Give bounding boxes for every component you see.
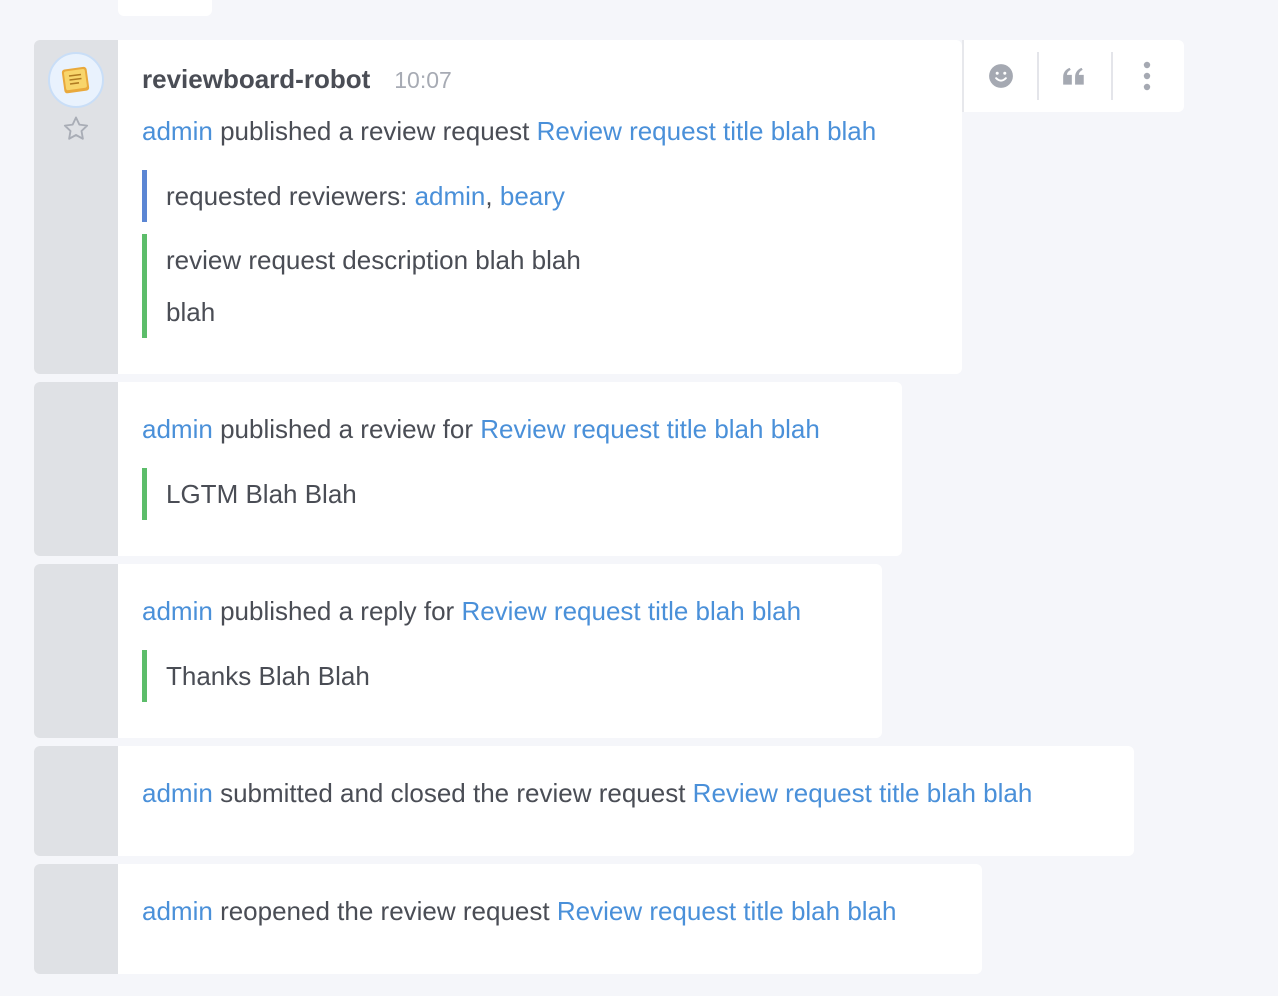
message-review-published: admin published a review for Review requ… — [34, 382, 902, 556]
actor-link[interactable]: admin — [142, 778, 213, 808]
action-text: published a reply for — [220, 596, 455, 626]
review-request-link[interactable]: Review request title blah blah — [480, 414, 820, 444]
message-content: reviewboard-robot 10:07 admin published … — [118, 40, 962, 374]
reviewer-link-admin[interactable]: admin — [415, 181, 486, 211]
message-content: admin published a reply for Review reque… — [118, 564, 882, 738]
message-text: admin submitted and closed the review re… — [142, 778, 1032, 809]
actor-link[interactable]: admin — [142, 116, 213, 146]
message-request-closed: admin submitted and closed the review re… — [34, 746, 1134, 856]
message-gutter — [34, 564, 118, 738]
quote-bar — [142, 170, 147, 222]
message-gutter — [34, 40, 118, 374]
quote-text: Thanks Blah Blah — [166, 661, 370, 691]
reviewer-link-beary[interactable]: beary — [500, 181, 565, 211]
message-header: reviewboard-robot 10:07 — [142, 64, 452, 95]
star-icon — [63, 116, 89, 140]
actor-link[interactable]: admin — [142, 414, 213, 444]
action-text: submitted and closed the review request — [220, 778, 686, 808]
message-gutter — [34, 382, 118, 556]
quote-text: LGTM Blah Blah — [166, 479, 357, 509]
quote-icon — [1063, 67, 1084, 85]
description-line: review request description blah blah — [166, 245, 581, 275]
message-text: admin reopened the review request Review… — [142, 896, 896, 927]
actor-link[interactable]: admin — [142, 596, 213, 626]
quote-button[interactable] — [1037, 40, 1110, 112]
reviewers-quote: requested reviewers: admin, beary — [142, 170, 565, 222]
review-request-link[interactable]: Review request title blah blah — [461, 596, 801, 626]
reviewer-separator: , — [485, 181, 493, 211]
review-quote: LGTM Blah Blah — [142, 468, 357, 520]
more-options-button[interactable] — [1110, 40, 1184, 112]
reply-quote: Thanks Blah Blah — [142, 650, 370, 702]
message-content: admin published a review for Review requ… — [118, 382, 902, 556]
review-request-link[interactable]: Review request title blah blah — [693, 778, 1033, 808]
action-text: published a review request — [220, 116, 530, 146]
note-icon — [61, 66, 90, 94]
sender-name[interactable]: reviewboard-robot — [142, 64, 370, 95]
emoji-icon — [988, 64, 1013, 88]
message-content: admin submitted and closed the review re… — [118, 746, 1134, 856]
action-text: published a review for — [220, 414, 473, 444]
description-line: blah — [166, 297, 216, 327]
message-reply-published: admin published a reply for Review reque… — [34, 564, 882, 738]
add-reaction-button[interactable] — [964, 40, 1037, 112]
message-review-request-published: reviewboard-robot 10:07 admin published … — [34, 40, 962, 374]
description-quote: review request description blah blah bla… — [142, 234, 581, 338]
review-request-link[interactable]: Review request title blah blah — [537, 116, 877, 146]
message-actions-toolbar — [962, 40, 1184, 112]
message-gutter — [34, 746, 118, 856]
message-text: admin published a review for Review requ… — [142, 414, 820, 445]
avatar[interactable] — [48, 52, 104, 108]
message-request-reopened: admin reopened the review request Review… — [34, 864, 982, 974]
review-request-link[interactable]: Review request title blah blah — [557, 896, 897, 926]
quote-bar — [142, 234, 147, 338]
message-text: admin published a reply for Review reque… — [142, 596, 801, 627]
previous-message-bubble — [118, 0, 212, 16]
action-text: reopened the review request — [220, 896, 550, 926]
message-gutter — [34, 864, 118, 974]
message-time[interactable]: 10:07 — [394, 67, 452, 94]
more-vertical-icon — [1144, 61, 1151, 91]
reviewers-label: requested reviewers: — [166, 181, 408, 211]
star-button[interactable] — [61, 114, 91, 149]
quote-bar — [142, 468, 147, 520]
message-content: admin reopened the review request Review… — [118, 864, 982, 974]
actor-link[interactable]: admin — [142, 896, 213, 926]
quote-bar — [142, 650, 147, 702]
message-text: admin published a review request Review … — [142, 116, 876, 147]
